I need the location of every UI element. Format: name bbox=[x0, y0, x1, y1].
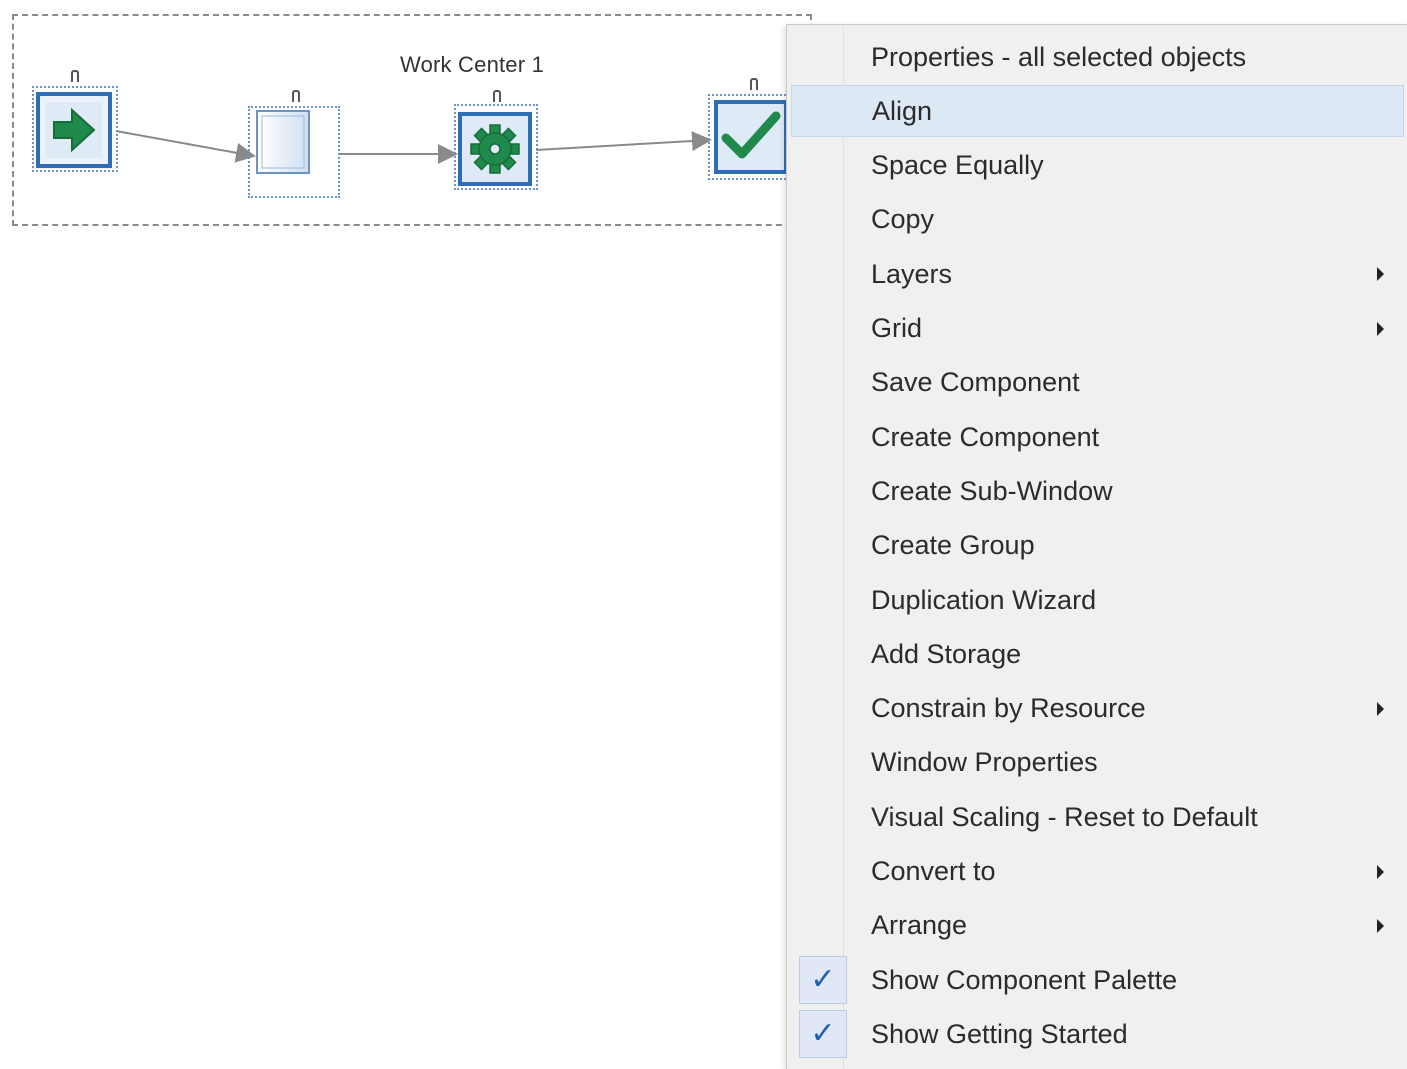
menu-item-label: Copy bbox=[871, 204, 935, 235]
work-center-node-pin[interactable] bbox=[493, 90, 501, 102]
checkmark-icon: ✓ bbox=[799, 1010, 847, 1059]
menu-item-label: Show Getting Started bbox=[871, 1018, 1128, 1049]
menu-item-label: Align bbox=[872, 95, 933, 126]
connector-lines bbox=[115, 130, 712, 164]
checkmark-icon: ✓ bbox=[799, 956, 847, 1005]
menu-item-arrange[interactable]: Arrange bbox=[791, 900, 1404, 952]
menu-item-constrain-by-resource[interactable]: Constrain by Resource bbox=[791, 683, 1404, 735]
context-menu: Properties - all selected objects Align Sp… bbox=[786, 24, 1407, 1069]
menu-item-show-getting-started[interactable]: ✓ Show Getting Started bbox=[791, 1008, 1404, 1060]
right-arrow-icon bbox=[46, 102, 102, 158]
work-center-label: Work Center 1 bbox=[400, 52, 545, 77]
menu-item-align[interactable]: Align bbox=[791, 85, 1404, 138]
menu-item-create-group[interactable]: Create Group bbox=[791, 520, 1404, 572]
menu-item-copy[interactable]: Copy bbox=[791, 194, 1404, 246]
menu-item-label: Constrain by Resource bbox=[871, 693, 1146, 724]
menu-item-label: Create Sub-Window bbox=[871, 475, 1113, 506]
submenu-arrow-icon bbox=[1377, 321, 1384, 336]
menu-item-label: Create Group bbox=[871, 530, 1035, 561]
submenu-arrow-icon bbox=[1377, 864, 1384, 879]
menu-item-visual-scaling-reset-to-default[interactable]: Visual Scaling - Reset to Default bbox=[791, 791, 1404, 843]
menu-item-label: Arrange bbox=[871, 910, 968, 941]
submenu-arrow-icon bbox=[1377, 701, 1384, 716]
menu-item-convert-to[interactable]: Convert to bbox=[791, 846, 1404, 898]
menu-item-space-equally[interactable]: Space Equally bbox=[791, 140, 1404, 192]
menu-item-save-component[interactable]: Save Component bbox=[791, 357, 1404, 409]
menu-item-properties-all-selected-objects[interactable]: Properties - all selected objects bbox=[791, 31, 1404, 83]
entry-node[interactable] bbox=[36, 92, 112, 168]
menu-item-label: Convert to bbox=[871, 856, 996, 886]
entry-node-pin[interactable] bbox=[71, 70, 79, 82]
menu-item-window-properties[interactable]: Window Properties bbox=[791, 737, 1404, 789]
queue-icon bbox=[261, 115, 305, 169]
menu-item-label: Show Component Palette bbox=[871, 964, 1178, 995]
menu-item-label: Duplication Wizard bbox=[871, 584, 1097, 615]
menu-item-create-component[interactable]: Create Component bbox=[791, 411, 1404, 463]
menu-item-duplication-wizard[interactable]: Duplication Wizard bbox=[791, 574, 1404, 626]
exit-node[interactable] bbox=[714, 100, 788, 174]
link-workcenter-to-exit bbox=[535, 131, 712, 152]
checkmark-icon bbox=[721, 111, 781, 159]
gear-icon bbox=[470, 124, 520, 174]
link-entry-to-queue bbox=[115, 130, 256, 163]
exit-node-pin[interactable] bbox=[750, 78, 758, 90]
menu-item-show-component-palette[interactable]: ✓ Show Component Palette bbox=[791, 954, 1404, 1006]
menu-item-label: Layers bbox=[871, 258, 953, 289]
queue-node[interactable] bbox=[256, 110, 310, 174]
menu-item-grid[interactable]: Grid bbox=[791, 303, 1404, 355]
menu-item-label: Save Component bbox=[871, 367, 1080, 398]
menu-item-label: Add Storage bbox=[871, 638, 1022, 669]
menu-item-label: Space Equally bbox=[871, 150, 1044, 181]
menu-item-create-sub-window[interactable]: Create Sub-Window bbox=[791, 465, 1404, 517]
menu-item-layers[interactable]: Layers bbox=[791, 248, 1404, 300]
menu-item-label: Window Properties bbox=[871, 747, 1098, 778]
queue-node-pin[interactable] bbox=[292, 90, 300, 102]
menu-item-label: Create Component bbox=[871, 421, 1100, 452]
menu-item-add-storage[interactable]: Add Storage bbox=[791, 628, 1404, 680]
submenu-arrow-icon bbox=[1377, 918, 1384, 933]
work-center-node[interactable] bbox=[458, 112, 532, 186]
menu-item-label: Properties - all selected objects bbox=[871, 41, 1247, 72]
menu-item-label: Visual Scaling - Reset to Default bbox=[871, 801, 1258, 832]
menu-item-label: Grid bbox=[871, 313, 923, 343]
submenu-arrow-icon bbox=[1377, 267, 1384, 282]
